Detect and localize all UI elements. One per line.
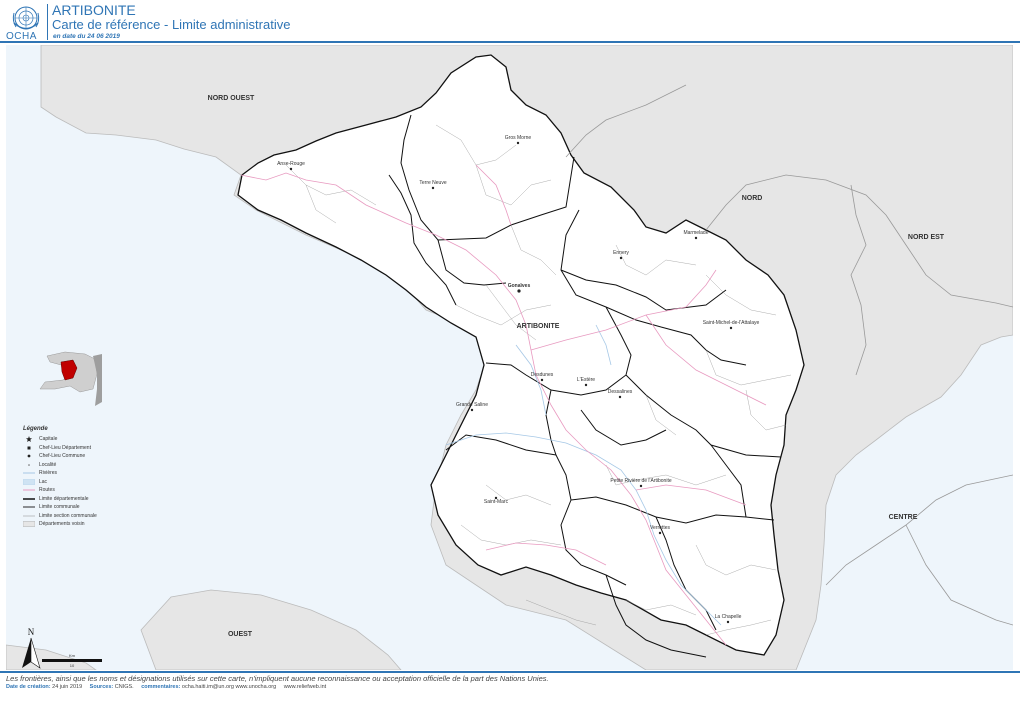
legend-label: Chef-Lieu Commune: [39, 453, 86, 460]
town-marker: [694, 236, 698, 240]
scale-unit: Km: [69, 653, 76, 658]
legend-item: Chef-Lieu Commune: [23, 452, 103, 461]
section-limit-icon: [23, 513, 35, 519]
legend-item: Capitale: [23, 435, 103, 444]
scale-bar: Km 10: [42, 653, 102, 668]
town-marker: [516, 141, 520, 145]
legend-item: Départements voisin: [23, 520, 103, 529]
place-label-gros-morne: Gros Morne: [505, 135, 532, 141]
department-limit-icon: [23, 496, 35, 502]
place-label-grande-saline: Grande Saline: [456, 402, 488, 408]
map-subtitle: Carte de référence - Limite administrati…: [52, 17, 291, 32]
legend-label: Rivières: [39, 470, 58, 477]
region-label-ouest: OUEST: [228, 631, 253, 638]
region-label-artibonite: ARTIBONITE: [517, 323, 560, 330]
locator-inset: [25, 334, 102, 408]
legend-label: Limite départementale: [39, 495, 89, 502]
map-header: OCHA ARTIBONITE Carte de référence - Lim…: [0, 0, 1020, 44]
legend-label: Chef-Lieu Département: [39, 444, 91, 451]
map-title: ARTIBONITE: [52, 2, 136, 18]
place-label-petite-riviere: Petite Rivière de l'Artibonite: [610, 478, 671, 484]
town-marker: [618, 395, 622, 399]
legend-item: Chef-Lieu Département: [23, 444, 103, 453]
town-marker: [289, 167, 293, 171]
creation-label: Date de création:: [6, 684, 51, 690]
place-label-ennery: Ennery: [613, 250, 629, 256]
comments-value: ocha.haiti.im@un.org www.unocha.org: [181, 684, 277, 690]
legend-item: Routes: [23, 486, 103, 495]
capital-marker: [517, 289, 521, 293]
capital-star-icon: [23, 436, 35, 443]
legend-label: Capitale: [39, 436, 58, 443]
road-line-icon: [23, 487, 35, 493]
place-label-saint-marc: Saint-Marc: [484, 499, 509, 505]
town-marker: [619, 256, 623, 260]
map-legend: Légende Capitale Chef-Lieu Département C…: [23, 426, 103, 538]
legend-item: Lac: [23, 478, 103, 487]
place-label-verrettes: Verrettes: [650, 525, 671, 531]
place-label-st-michel: Saint-Michel-de-l'Attalaye: [703, 320, 760, 326]
legend-item: Limite section communale: [23, 512, 103, 521]
town-marker: [729, 326, 733, 330]
creation-value: 24 juin 2019: [52, 684, 83, 690]
place-label-marmelade: Marmelade: [683, 230, 708, 236]
legend-title: Légende: [23, 426, 48, 432]
town-marker: [431, 186, 435, 190]
place-label-terre-neuve: Terre Neuve: [419, 180, 446, 186]
legend-label: Limite communale: [39, 504, 80, 511]
place-label-dessalines: Dessalines: [608, 389, 633, 395]
logo-divider: [47, 4, 48, 40]
place-label-gonaives: Gonaïves: [508, 283, 531, 289]
legend-item: Localité: [23, 461, 103, 470]
lake-swatch-icon: [23, 479, 35, 485]
place-label-la-chapelle: La Chapelle: [715, 614, 742, 620]
footer-rule: [0, 671, 1020, 673]
header-rule: [0, 41, 1020, 43]
scale-value: 10: [70, 663, 75, 668]
comments-label: commentaires:: [141, 684, 181, 690]
legend-item: Rivières: [23, 469, 103, 478]
locality-icon: [23, 462, 35, 468]
region-label-nord-ouest: NORD OUEST: [208, 95, 255, 102]
commune-seat-icon: [23, 453, 35, 459]
town-marker: [639, 484, 643, 488]
legend-label: Routes: [39, 487, 55, 494]
map-frame: NORD OUEST NORD NORD EST ARTIBONITE CENT…: [6, 45, 1013, 670]
north-label: N: [28, 627, 35, 637]
town-marker: [540, 378, 544, 382]
place-label-desdunes: Desdunes: [531, 372, 554, 378]
region-label-nord: NORD: [742, 195, 763, 202]
neighbour-swatch-icon: [23, 521, 35, 527]
reliefweb-link: www.reliefweb.int: [283, 684, 327, 690]
north-arrow-icon: N: [22, 627, 41, 669]
place-label-estere: L'Estère: [577, 377, 595, 383]
un-emblem-icon: [12, 6, 40, 30]
region-label-centre: CENTRE: [889, 514, 918, 521]
commune-limit-icon: [23, 504, 35, 510]
town-marker: [726, 620, 730, 624]
town-marker: [470, 408, 474, 412]
legend-item: Limite départementale: [23, 495, 103, 504]
legend-label: Lac: [39, 478, 48, 485]
disclaimer: Les frontières, ainsi que les noms et dé…: [6, 674, 549, 683]
department-seat-icon: [23, 445, 35, 451]
legend-label: Départements voisin: [39, 521, 85, 528]
legend-label: Localité: [39, 461, 57, 468]
region-label-nord-est: NORD EST: [908, 234, 945, 241]
legend-item: Limite communale: [23, 503, 103, 512]
river-line-icon: [23, 470, 35, 476]
sources-label: Sources:: [89, 684, 114, 690]
sources-value: CNIGS.: [114, 684, 134, 690]
map-date: en date du 24 06 2019: [53, 33, 120, 40]
legend-label: Limite section communale: [39, 512, 97, 519]
town-marker: [584, 383, 588, 387]
footer-meta: Date de création: 24 juin 2019 Sources: …: [6, 684, 332, 690]
place-label-anse-rouge: Anse-Rouge: [277, 161, 305, 167]
town-marker: [658, 531, 662, 535]
